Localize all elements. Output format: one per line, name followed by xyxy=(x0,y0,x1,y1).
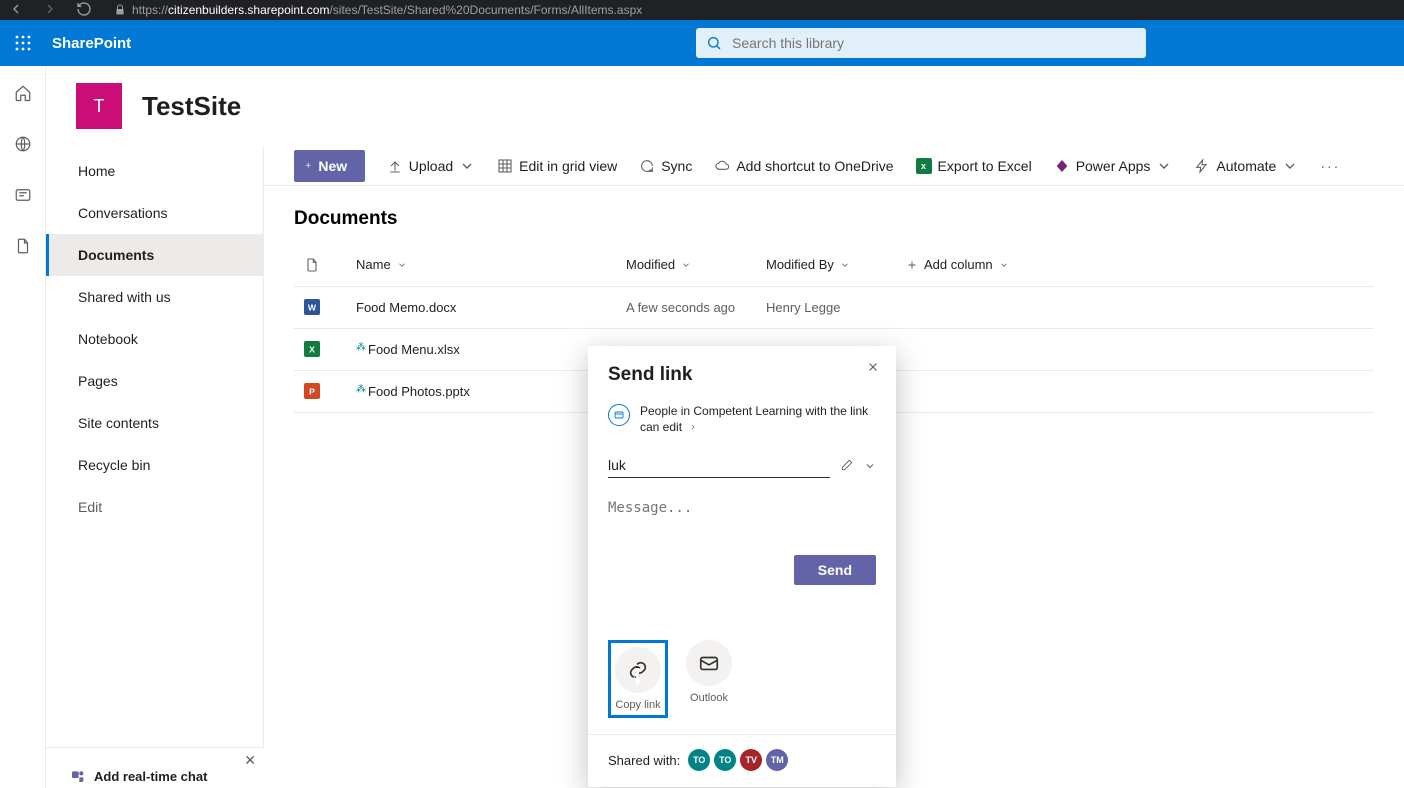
edit-grid-button[interactable]: Edit in grid view xyxy=(497,158,617,174)
page-title: Documents xyxy=(264,186,1404,244)
nav-item-site-contents[interactable]: Site contents xyxy=(46,402,263,444)
shared-avatar[interactable]: TO xyxy=(714,749,736,771)
nav-back-icon[interactable] xyxy=(8,1,24,20)
nav-item-documents[interactable]: Documents xyxy=(46,234,263,276)
upload-button[interactable]: Upload xyxy=(387,158,475,174)
add-shortcut-button[interactable]: Add shortcut to OneDrive xyxy=(714,158,893,174)
rail-globe-icon[interactable] xyxy=(14,135,32,158)
excel-icon: x xyxy=(916,158,932,174)
recipient-input[interactable] xyxy=(608,457,830,478)
plus-icon xyxy=(304,161,312,169)
word-file-icon: W xyxy=(304,299,320,315)
search-box[interactable] xyxy=(696,28,1146,58)
nav-reload-icon[interactable] xyxy=(76,1,92,20)
chevron-down-icon xyxy=(1282,158,1298,174)
link-settings-button[interactable]: People in Competent Learning with the li… xyxy=(608,404,876,435)
col-name-header[interactable]: Name xyxy=(346,244,616,286)
rail-home-icon[interactable] xyxy=(14,84,32,107)
nav-item-notebook[interactable]: Notebook xyxy=(46,318,263,360)
nav-item-pages[interactable]: Pages xyxy=(46,360,263,402)
chevron-down-icon xyxy=(999,260,1009,270)
lock-icon xyxy=(114,4,126,16)
dialog-title: Send link xyxy=(608,364,876,386)
chevron-down-icon xyxy=(840,260,850,270)
nav-item-home[interactable]: Home xyxy=(46,150,263,192)
pencil-icon[interactable] xyxy=(840,458,854,477)
sync-icon xyxy=(639,158,655,174)
message-input[interactable] xyxy=(608,500,876,550)
chevron-down-icon xyxy=(681,260,691,270)
powerapps-icon xyxy=(1054,158,1070,174)
suite-brand[interactable]: SharePoint xyxy=(46,35,131,52)
file-type-header-icon[interactable] xyxy=(304,257,320,273)
upload-icon xyxy=(387,158,403,174)
more-button[interactable]: ··· xyxy=(1320,158,1340,174)
nav-item-recycle-bin[interactable]: Recycle bin xyxy=(46,444,263,486)
site-logo[interactable]: T xyxy=(76,83,122,129)
search-input[interactable] xyxy=(732,35,1136,51)
nav-item-conversations[interactable]: Conversations xyxy=(46,192,263,234)
export-excel-button[interactable]: x Export to Excel xyxy=(916,158,1032,174)
shared-avatar[interactable]: TM xyxy=(766,749,788,771)
onedrive-shortcut-icon xyxy=(714,158,730,174)
copy-link-button[interactable]: Copy link xyxy=(608,640,668,718)
nav-forward-icon[interactable] xyxy=(42,1,58,20)
send-link-dialog: Send link People in Competent Learning w… xyxy=(588,346,896,787)
automate-button[interactable]: Automate xyxy=(1194,158,1298,174)
excel-file-icon: X xyxy=(304,341,320,357)
people-link-icon xyxy=(608,404,630,426)
shared-avatar[interactable]: TV xyxy=(740,749,762,771)
rail-news-icon[interactable] xyxy=(14,186,32,209)
col-modifiedby-header[interactable]: Modified By xyxy=(756,244,896,286)
teams-promo: ✕ Add real-time chat xyxy=(46,747,264,788)
teams-icon xyxy=(70,768,86,784)
site-title[interactable]: TestSite xyxy=(142,91,241,122)
file-name-cell[interactable]: ⁂Food Photos.pptx xyxy=(346,370,616,412)
chevron-down-icon xyxy=(459,158,475,174)
link-permission-text: People in Competent Learning with the li… xyxy=(640,404,868,434)
nav-item-shared-with-us[interactable]: Shared with us xyxy=(46,276,263,318)
close-promo-button[interactable]: ✕ xyxy=(244,752,256,769)
sync-button[interactable]: Sync xyxy=(639,158,692,174)
promo-title: Add real-time chat xyxy=(94,769,207,784)
link-icon xyxy=(627,659,649,681)
chevron-down-icon xyxy=(1156,158,1172,174)
modified-cell: A few seconds ago xyxy=(616,286,756,328)
grid-icon xyxy=(497,158,513,174)
chevron-down-icon xyxy=(397,260,407,270)
file-name-cell[interactable]: Food Memo.docx xyxy=(346,286,616,328)
ppt-file-icon: P xyxy=(304,383,320,399)
modified-by-cell: Henry Legge xyxy=(756,286,896,328)
file-name-cell[interactable]: ⁂Food Menu.xlsx xyxy=(346,328,616,370)
search-icon xyxy=(706,35,722,51)
side-navigation: HomeConversationsDocumentsShared with us… xyxy=(46,146,264,788)
nav-edit-link[interactable]: Edit xyxy=(46,486,263,528)
chevron-right-icon xyxy=(689,423,697,431)
outlook-icon xyxy=(698,652,720,674)
svg-text:W: W xyxy=(308,303,317,313)
plus-icon xyxy=(906,259,918,271)
power-apps-button[interactable]: Power Apps xyxy=(1054,158,1173,174)
send-button[interactable]: Send xyxy=(794,555,876,585)
svg-text:P: P xyxy=(309,387,315,397)
close-icon xyxy=(866,360,880,374)
new-button[interactable]: New xyxy=(294,150,365,182)
automate-icon xyxy=(1194,158,1210,174)
table-row[interactable]: W Food Memo.docxA few seconds agoHenry Le… xyxy=(294,286,1374,328)
shared-avatar[interactable]: TO xyxy=(688,749,710,771)
close-dialog-button[interactable] xyxy=(866,360,880,379)
chevron-down-icon[interactable] xyxy=(864,459,876,477)
col-modified-header[interactable]: Modified xyxy=(616,244,756,286)
shared-with-label: Shared with: xyxy=(608,753,680,768)
svg-text:X: X xyxy=(309,345,315,355)
browser-url[interactable]: https://citizenbuilders.sharepoint.com/s… xyxy=(132,3,642,17)
chevron-down-icon xyxy=(353,161,355,171)
outlook-button[interactable]: Outlook xyxy=(686,640,732,718)
add-column-button[interactable]: Add column xyxy=(896,244,1374,286)
rail-files-icon[interactable] xyxy=(14,237,32,260)
app-launcher-icon[interactable] xyxy=(0,20,46,66)
